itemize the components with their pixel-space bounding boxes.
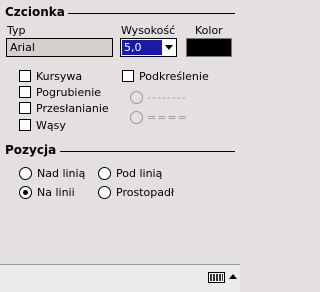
position-section-divider [60, 151, 235, 152]
whiskers-checkbox[interactable] [19, 119, 31, 131]
chevron-down-icon[interactable] [165, 45, 173, 50]
position-perpendicular-label: Prostopadł [116, 186, 175, 199]
strikeout-label: Przesłanianie [36, 102, 109, 115]
position-perpendicular-radio[interactable] [98, 186, 111, 199]
size-label: Wysokość [121, 24, 176, 37]
color-label: Kolor [195, 24, 223, 37]
strikeout-checkbox[interactable] [19, 102, 31, 114]
underline-double-radio[interactable] [130, 111, 143, 124]
keyboard-icon[interactable] [208, 272, 225, 283]
italic-checkbox[interactable] [19, 70, 31, 82]
font-section-title: Czcionka [5, 5, 65, 19]
whiskers-label: Wąsy [36, 119, 66, 132]
font-type-value: Arial [10, 41, 35, 54]
font-color-swatch[interactable] [186, 38, 232, 57]
underline-label: Podkreślenie [139, 70, 209, 83]
position-above-label: Nad linią [37, 167, 86, 180]
type-label: Typ [7, 24, 26, 37]
underline-checkbox[interactable] [122, 70, 134, 82]
position-section-title: Pozycja [5, 143, 57, 157]
position-above-radio[interactable] [19, 167, 32, 180]
underline-single-radio[interactable] [130, 91, 143, 104]
up-arrow-icon[interactable] [229, 274, 237, 279]
bold-checkbox[interactable] [19, 86, 31, 98]
position-below-label: Pod linią [116, 167, 163, 180]
taskbar [0, 264, 240, 292]
position-on-label: Na linii [37, 186, 75, 199]
underline-single-label: -------- [147, 91, 187, 104]
italic-label: Kursywa [36, 70, 83, 83]
position-on-radio[interactable] [19, 186, 32, 199]
font-type-field[interactable]: Arial [6, 38, 113, 57]
bold-label: Pogrubienie [36, 86, 102, 99]
font-section-divider [68, 13, 235, 14]
font-size-select[interactable]: 5,0 [120, 38, 177, 57]
underline-double-label: ==== [147, 111, 188, 124]
font-size-value: 5,0 [122, 40, 162, 55]
position-below-radio[interactable] [98, 167, 111, 180]
